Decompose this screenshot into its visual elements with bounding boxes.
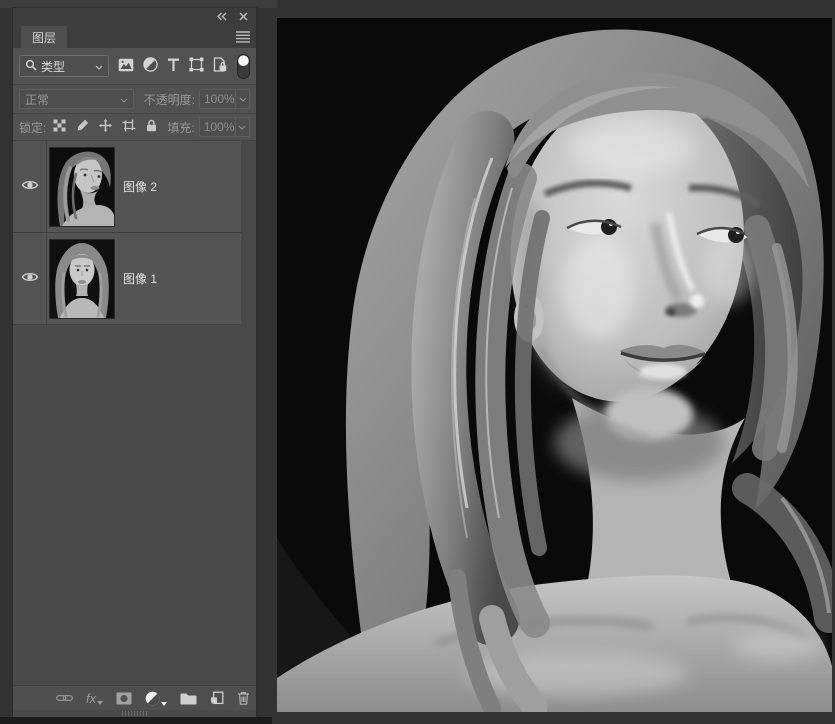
layer-name[interactable]: 图像 2	[123, 178, 157, 195]
new-group-folder-icon[interactable]	[180, 692, 197, 705]
fill-value: 100%	[204, 120, 235, 134]
opacity-label: 不透明度:	[144, 91, 195, 108]
visibility-cell	[13, 233, 47, 324]
shape-layer-filter-icon[interactable]	[189, 57, 204, 75]
lock-position-icon[interactable]	[99, 119, 112, 135]
layer-row-image1[interactable]: 图像 1	[13, 233, 256, 325]
blend-row: 正常 不透明度: 100%	[13, 84, 256, 113]
lock-buttons	[53, 119, 157, 135]
tab-layers-label: 图层	[32, 29, 56, 46]
fill-control: 100%	[199, 117, 250, 137]
workspace-top-strip	[0, 0, 277, 8]
link-layers-icon[interactable]	[56, 693, 73, 703]
smart-object-filter-icon[interactable]	[213, 57, 227, 75]
opacity-dropdown-button[interactable]	[236, 89, 250, 109]
opacity-input[interactable]: 100%	[199, 89, 236, 109]
lock-label: 锁定:	[19, 119, 46, 136]
opacity-control: 100%	[199, 89, 250, 109]
filter-type-label: 类型	[41, 58, 91, 75]
layer-style-fx-button[interactable]: fx	[86, 692, 103, 705]
fill-dropdown-button[interactable]	[236, 117, 250, 137]
lock-transparent-pixels-icon[interactable]	[53, 119, 66, 135]
panel-resize-grip[interactable]	[122, 711, 148, 716]
collapse-panels-icon[interactable]	[216, 10, 228, 24]
lock-row: 锁定: 填充: 1	[13, 113, 256, 140]
search-icon	[25, 59, 37, 74]
filter-type-dropdown[interactable]: 类型	[19, 55, 109, 77]
layer-filtering-toggle[interactable]	[237, 54, 250, 79]
panel-menu-icon[interactable]	[236, 31, 250, 46]
layer-name[interactable]: 图像 1	[123, 270, 157, 287]
visibility-cell	[13, 141, 47, 232]
close-panel-icon[interactable]	[239, 10, 248, 24]
panel-tab-bar: 图层	[13, 26, 256, 48]
blend-mode-dropdown[interactable]: 正常	[19, 89, 134, 109]
layer-list: 图像 2	[13, 140, 256, 685]
layer-row-image2[interactable]: 图像 2	[13, 141, 256, 233]
tab-layers[interactable]: 图层	[21, 26, 67, 48]
filter-row: 类型	[13, 48, 256, 84]
eye-icon[interactable]	[21, 179, 39, 194]
chevron-down-icon	[95, 59, 103, 73]
lock-all-icon[interactable]	[146, 119, 157, 135]
blend-mode-value: 正常	[25, 91, 49, 108]
panel-resize-strip	[13, 710, 256, 717]
scrollbar-track[interactable]	[241, 141, 256, 685]
new-adjustment-layer-icon[interactable]	[145, 691, 167, 706]
layer-thumbnail[interactable]	[49, 239, 115, 319]
fx-label: fx	[86, 692, 96, 705]
fill-input[interactable]: 100%	[199, 117, 236, 137]
panel-titlebar	[13, 8, 256, 26]
pixel-layer-filter-icon[interactable]	[118, 58, 134, 75]
lock-image-pixels-icon[interactable]	[76, 119, 89, 135]
fill-label: 填充:	[167, 119, 194, 136]
panel-controls: 类型	[13, 48, 256, 140]
filter-kind-icons	[118, 57, 227, 75]
panel-bottom-toolbar: fx	[13, 685, 256, 710]
eye-icon[interactable]	[21, 271, 39, 286]
add-layer-mask-icon[interactable]	[116, 692, 132, 705]
layers-panel: 图层 类型	[13, 8, 256, 717]
document-canvas[interactable]	[277, 18, 832, 712]
portrait-photo	[277, 18, 832, 712]
delete-layer-trash-icon[interactable]	[237, 691, 250, 705]
new-layer-icon[interactable]	[210, 691, 224, 705]
artboard-nesting-lock-icon[interactable]	[122, 119, 136, 135]
opacity-value: 100%	[204, 92, 235, 106]
adjustment-layer-filter-icon[interactable]	[143, 57, 158, 75]
type-layer-filter-icon[interactable]	[167, 58, 180, 74]
bottom-black-strip	[0, 717, 272, 724]
chevron-down-icon	[120, 92, 128, 106]
layer-thumbnail[interactable]	[49, 147, 115, 227]
